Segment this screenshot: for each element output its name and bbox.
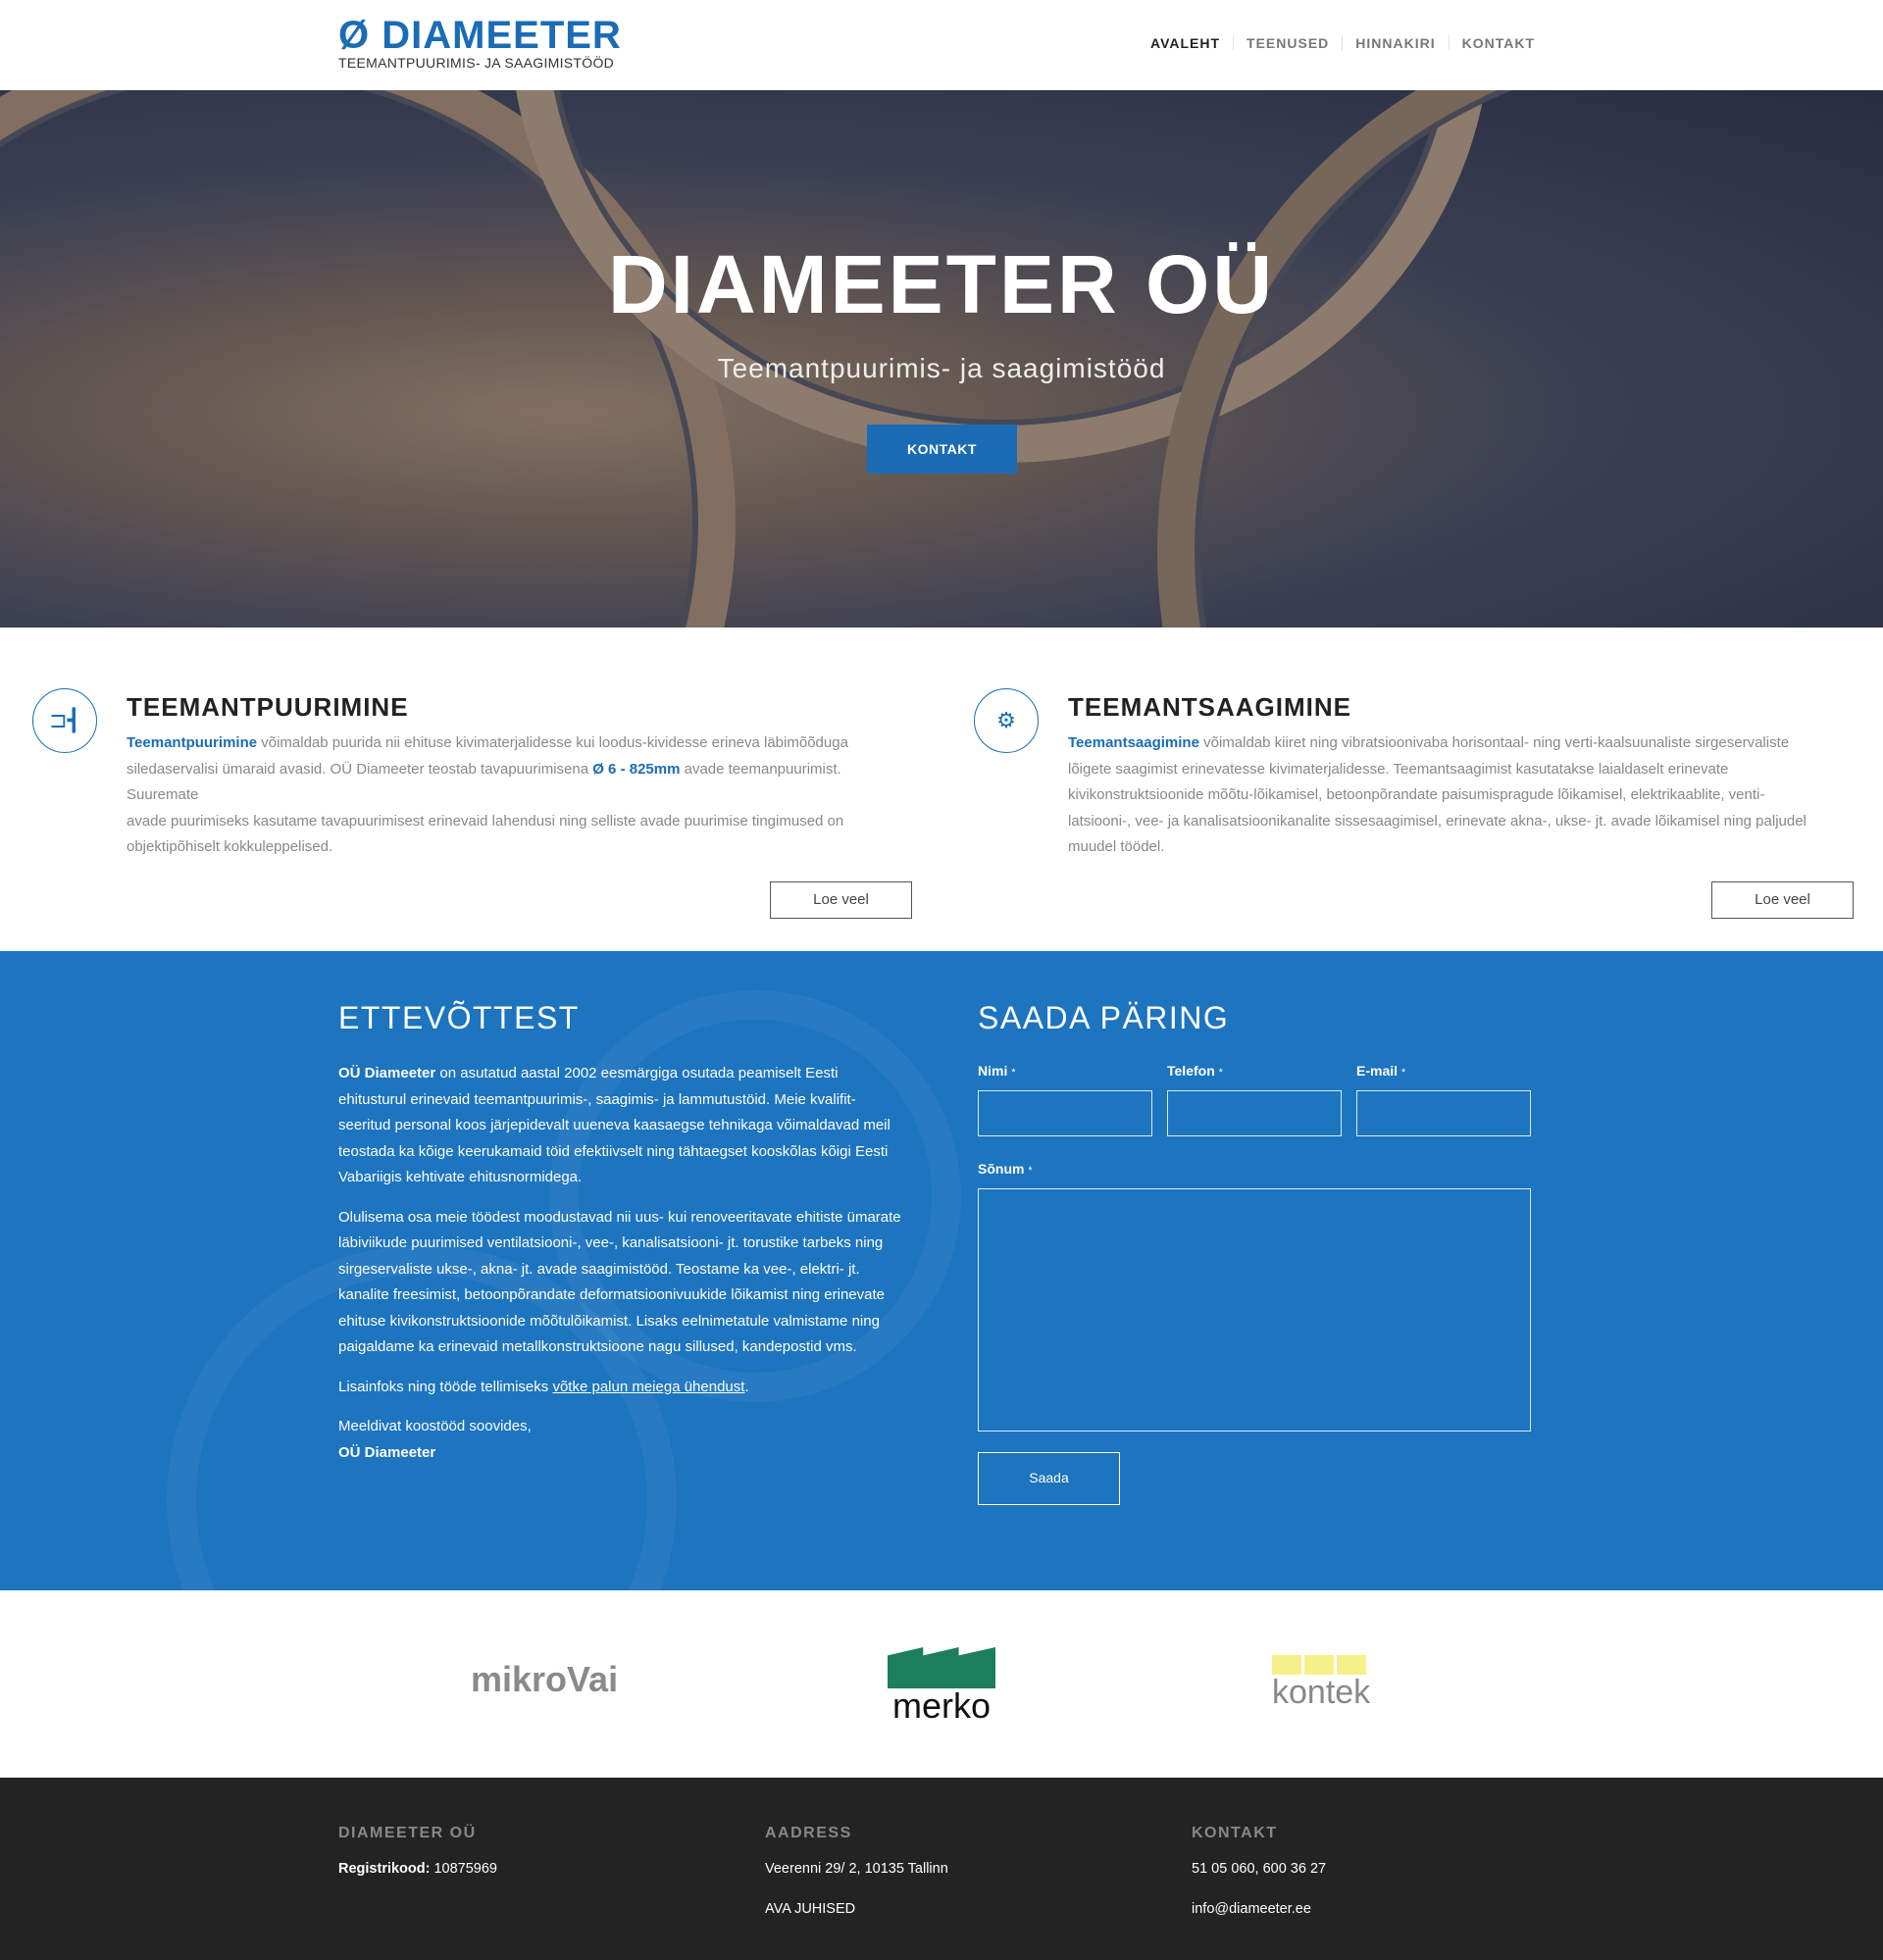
service-lead: Teemantpuurimine xyxy=(127,734,258,751)
site-header: Ø DIAMEETER TEEMANTPUURIMIS- JA SAAGIMIS… xyxy=(0,0,1883,90)
nav-hinnakiri[interactable]: HINNAKIRI xyxy=(1342,35,1448,51)
about-section xyxy=(0,951,1883,1590)
registry-code: Registrikood: 10875969 xyxy=(338,1861,497,1877)
read-more-button[interactable]: Loe veel xyxy=(1711,881,1854,919)
service-title: TEEMANTSAAGIMINE xyxy=(1068,692,1351,722)
email-label: E-mail * xyxy=(1356,1063,1406,1079)
message-textarea[interactable] xyxy=(978,1188,1531,1432)
about-text: OÜ Diameeter on asutatud aastal 2002 ees… xyxy=(338,1065,901,1461)
service-lead: Teemantsaagimine xyxy=(1068,734,1199,751)
partner-logo-kontek[interactable]: kontek xyxy=(1272,1655,1380,1710)
partners-section: mikroVai merko kontek xyxy=(0,1590,1883,1778)
footer-address-title: AADRESS xyxy=(765,1825,852,1841)
diameter-range: Ø 6 - 825mm xyxy=(592,760,681,778)
read-more-button[interactable]: Loe veel xyxy=(770,881,912,919)
hero-banner: DIAMEETER OÜ Teemantpuurimis- ja saagimi… xyxy=(0,90,1883,628)
phone-input[interactable] xyxy=(1167,1090,1342,1136)
email-input[interactable] xyxy=(1356,1090,1531,1136)
service-text: Teemantsaagimine võimaldab kiiret ning v… xyxy=(1068,734,1807,855)
site-footer: DIAMEETER OÜ Registrikood: 10875969 AADR… xyxy=(0,1778,1883,1960)
hero-title: DIAMEETER OÜ xyxy=(607,238,1276,330)
contact-link[interactable]: võtke palun meiega ühendust xyxy=(552,1379,744,1395)
message-label: Sõnum * xyxy=(978,1161,1033,1177)
footer-contact-title: KONTAKT xyxy=(1192,1825,1278,1841)
nav-avaleht[interactable]: AVALEHT xyxy=(1138,35,1233,51)
nav-kontakt[interactable]: KONTAKT xyxy=(1448,35,1548,51)
drill-icon: ⊐┫ xyxy=(32,688,97,753)
about-title: ETTEVÕTTEST xyxy=(338,1000,580,1035)
footer-company-title: DIAMEETER OÜ xyxy=(338,1825,477,1841)
partner-logo-merko[interactable]: merko xyxy=(888,1647,995,1724)
name-label: Nimi * xyxy=(978,1063,1016,1079)
main-nav: AVALEHT TEENUSED HINNAKIRI KONTAKT xyxy=(1138,35,1548,51)
service-text: Teemantpuurimine võimaldab puurida nii e… xyxy=(127,734,848,855)
logo[interactable]: Ø DIAMEETER TEEMANTPUURIMIS- JA SAAGIMIS… xyxy=(338,16,622,71)
logo-tagline: TEEMANTPUURIMIS- JA SAAGIMISTÖÖD xyxy=(338,55,615,71)
hero-contact-button[interactable]: KONTAKT xyxy=(867,425,1017,474)
phone-numbers: 51 05 060, 600 36 27 xyxy=(1192,1861,1327,1877)
nav-teenused[interactable]: TEENUSED xyxy=(1233,35,1342,51)
diameter-symbol-icon: Ø xyxy=(338,14,371,57)
saw-blade-icon: ⚙ xyxy=(974,688,1039,753)
form-title: SAADA PÄRING xyxy=(978,1000,1230,1035)
address: Veerenni 29/ 2, 10135 Tallinn xyxy=(765,1861,948,1877)
partner-logo-mikrovai[interactable]: mikroVai xyxy=(471,1659,618,1700)
email-link[interactable]: info@diameeter.ee xyxy=(1192,1901,1311,1917)
directions-link[interactable]: AVA JUHISED xyxy=(765,1901,855,1917)
name-input[interactable] xyxy=(978,1090,1152,1136)
phone-label: Telefon * xyxy=(1167,1063,1223,1079)
hero-subtitle: Teemantpuurimis- ja saagimistööd xyxy=(717,353,1166,383)
service-title: TEEMANTPUURIMINE xyxy=(127,692,409,722)
submit-button[interactable]: Saada xyxy=(978,1452,1120,1505)
logo-name: DIAMEETER xyxy=(382,14,622,57)
